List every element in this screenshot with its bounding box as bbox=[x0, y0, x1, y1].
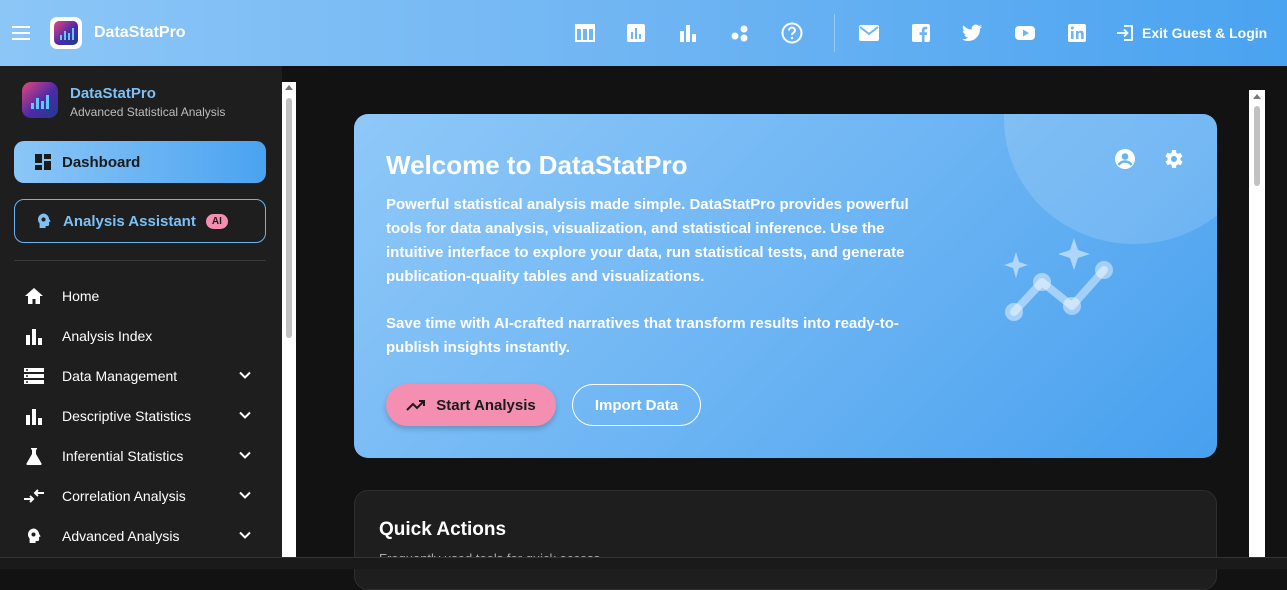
compare-arrows-icon bbox=[24, 486, 44, 506]
window-bottom-edge bbox=[0, 557, 1287, 569]
dashboard-icon bbox=[35, 154, 51, 170]
start-analysis-label: Start Analysis bbox=[436, 396, 536, 414]
chevron-down-icon bbox=[239, 491, 251, 499]
login-icon bbox=[1117, 25, 1133, 41]
analysis-assistant-button[interactable]: Analysis Assistant AI bbox=[14, 199, 266, 243]
analytics-sparkle-icon bbox=[1004, 238, 1113, 321]
sidebar-item-label: Descriptive Statistics bbox=[62, 408, 192, 424]
dashboard-button[interactable]: Dashboard bbox=[14, 141, 266, 183]
welcome-title: Welcome to DataStatPro bbox=[386, 150, 688, 180]
sidebar-item-label: Analysis Index bbox=[62, 328, 153, 344]
account-circle-icon[interactable] bbox=[1113, 147, 1137, 171]
chevron-down-icon bbox=[239, 371, 251, 379]
sidebar-item-label: Inferential Statistics bbox=[62, 448, 184, 464]
appbar-divider bbox=[834, 14, 835, 52]
assessment-icon[interactable] bbox=[625, 22, 647, 44]
login-label: Exit Guest & Login bbox=[1142, 25, 1268, 41]
welcome-ai-description: Save time with AI-crafted narratives tha… bbox=[386, 315, 899, 356]
bar-chart-icon[interactable] bbox=[677, 22, 699, 44]
trending-up-icon bbox=[406, 400, 426, 411]
welcome-card: Welcome to DataStatPro Powerful statisti… bbox=[354, 114, 1217, 458]
home-icon bbox=[24, 286, 44, 306]
scatter-plot-icon[interactable] bbox=[729, 22, 751, 44]
decorative-circle bbox=[1004, 114, 1217, 244]
linkedin-icon[interactable] bbox=[1066, 22, 1088, 44]
chevron-down-icon bbox=[239, 451, 251, 459]
bar-chart-icon bbox=[24, 406, 44, 426]
help-icon[interactable] bbox=[781, 22, 803, 44]
sidebar-item-correlation-analysis[interactable]: Correlation Analysis bbox=[0, 476, 282, 516]
quick-actions-title: Quick Actions bbox=[379, 519, 507, 540]
sidebar-item-analysis-index[interactable]: Analysis Index bbox=[0, 316, 282, 356]
sidebar-scrollbar[interactable] bbox=[282, 82, 296, 569]
sidebar-item-descriptive-statistics[interactable]: Descriptive Statistics bbox=[0, 396, 282, 436]
sidebar-item-data-management[interactable]: Data Management bbox=[0, 356, 282, 396]
start-analysis-button[interactable]: Start Analysis bbox=[386, 384, 556, 426]
app-logo bbox=[50, 17, 82, 49]
sidebar-nav: Home Analysis Index Data Management Desc… bbox=[0, 276, 282, 556]
sidebar-item-inferential-statistics[interactable]: Inferential Statistics bbox=[0, 436, 282, 476]
sidebar-divider bbox=[14, 260, 266, 261]
sidebar-title: DataStatPro bbox=[70, 85, 156, 102]
analysis-assistant-label: Analysis Assistant bbox=[63, 212, 196, 230]
settings-icon[interactable] bbox=[1161, 147, 1185, 171]
sidebar-item-label: Home bbox=[62, 288, 100, 304]
chevron-down-icon bbox=[239, 411, 251, 419]
sidebar-item-label: Correlation Analysis bbox=[62, 488, 186, 504]
sidebar: DataStatPro Advanced Statistical Analysi… bbox=[0, 66, 282, 569]
dashboard-label: Dashboard bbox=[62, 153, 141, 171]
bar-chart-icon bbox=[24, 326, 44, 346]
main-scrollbar[interactable] bbox=[1249, 90, 1265, 569]
sidebar-item-advanced-analysis[interactable]: Advanced Analysis bbox=[0, 516, 282, 556]
welcome-description: Powerful statistical analysis made simpl… bbox=[386, 196, 909, 285]
flask-icon bbox=[24, 446, 44, 466]
quick-actions-card: Quick Actions Frequently used tools for … bbox=[354, 490, 1217, 590]
email-icon[interactable] bbox=[858, 22, 880, 44]
chevron-down-icon bbox=[239, 531, 251, 539]
app-bar: DataStatPro Exit Guest & Login bbox=[0, 0, 1287, 66]
app-title: DataStatPro bbox=[94, 24, 186, 41]
ai-badge: AI bbox=[205, 213, 228, 229]
twitter-icon[interactable] bbox=[961, 22, 983, 44]
menu-icon[interactable] bbox=[10, 22, 34, 44]
table-icon[interactable] bbox=[574, 22, 596, 44]
storage-icon bbox=[24, 366, 44, 386]
brain-icon bbox=[24, 526, 44, 546]
exit-guest-login-button[interactable]: Exit Guest & Login bbox=[1116, 22, 1267, 44]
sidebar-item-label: Advanced Analysis bbox=[62, 528, 180, 544]
sidebar-logo bbox=[22, 82, 58, 118]
sidebar-subtitle: Advanced Statistical Analysis bbox=[70, 105, 226, 119]
brain-icon bbox=[38, 213, 51, 228]
sidebar-item-home[interactable]: Home bbox=[0, 276, 282, 316]
facebook-icon[interactable] bbox=[910, 22, 932, 44]
sidebar-item-label: Data Management bbox=[62, 368, 178, 384]
import-data-button[interactable]: Import Data bbox=[572, 384, 701, 426]
youtube-icon[interactable] bbox=[1014, 22, 1036, 44]
